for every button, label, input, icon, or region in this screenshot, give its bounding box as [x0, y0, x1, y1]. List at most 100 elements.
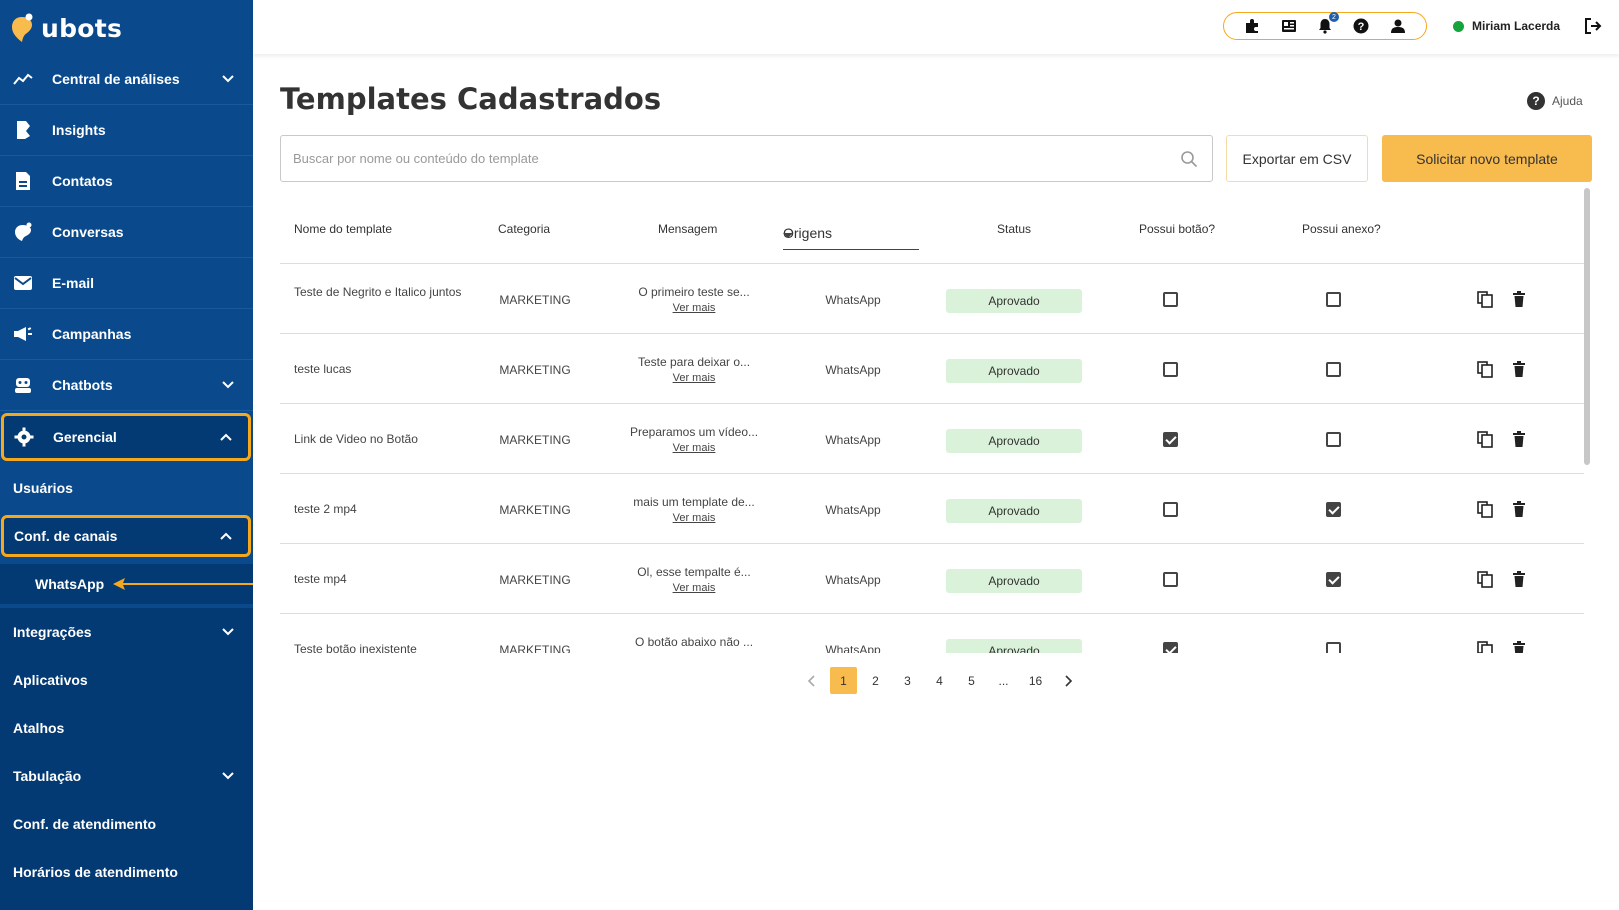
user-icon[interactable] [1389, 17, 1407, 35]
prev-page-chevron-icon[interactable] [798, 667, 825, 694]
puzzle-icon[interactable] [1243, 17, 1261, 35]
message-preview: O botão abaixo não ... [634, 635, 754, 649]
help-icon[interactable]: ? [1352, 17, 1370, 35]
trash-icon[interactable] [1510, 640, 1528, 653]
has-button-checkbox[interactable] [1163, 572, 1178, 587]
caret-down-icon [783, 233, 793, 238]
copy-icon[interactable] [1476, 430, 1494, 448]
see-more-link[interactable]: Ver mais [615, 370, 773, 386]
has-attachment-checkbox[interactable] [1326, 642, 1341, 653]
copy-icon[interactable] [1476, 290, 1494, 308]
has-attachment-checkbox[interactable] [1326, 362, 1341, 377]
sidebar-item-gerencial[interactable]: Gerencial [1, 413, 251, 461]
page-button[interactable]: 4 [926, 667, 953, 694]
page-button[interactable]: 3 [894, 667, 921, 694]
sidebar-item-integracoes[interactable]: Integrações [0, 608, 253, 656]
help-link[interactable]: ? Ajuda [1527, 92, 1583, 110]
sidebar-item-label: Conversas [52, 224, 124, 240]
has-button-checkbox[interactable] [1163, 502, 1178, 517]
column-header-has-attachment[interactable]: Possui anexo? [1302, 222, 1381, 236]
column-header-message[interactable]: Mensagem [658, 222, 717, 236]
copy-icon[interactable] [1476, 360, 1494, 378]
message-preview: O primeiro teste se... [638, 285, 750, 299]
sidebar-item-atalhos[interactable]: Atalhos [0, 704, 253, 752]
column-header-category[interactable]: Categoria [498, 222, 550, 236]
copy-icon[interactable] [1476, 570, 1494, 588]
sidebar-item-conf-de-atendimento[interactable]: Conf. de atendimento [0, 800, 253, 848]
table-scrollbar[interactable] [1584, 188, 1590, 465]
trash-icon[interactable] [1510, 570, 1528, 588]
page-button[interactable]: 5 [958, 667, 985, 694]
sidebar-item-contatos[interactable]: Contatos [0, 156, 253, 207]
origin-cell: WhatsApp [825, 293, 881, 307]
has-attachment-checkbox[interactable] [1326, 432, 1341, 447]
has-button-checkbox[interactable] [1163, 362, 1178, 377]
logout-icon[interactable] [1584, 17, 1602, 35]
trash-icon[interactable] [1510, 500, 1528, 518]
sidebar-item-label: Insights [52, 122, 106, 138]
trash-icon[interactable] [1510, 430, 1528, 448]
sidebar-item-usuarios[interactable]: Usuários [0, 464, 253, 512]
sidebar-item-campanhas[interactable]: Campanhas [0, 309, 253, 360]
table-row: Teste botão inexistente MARKETING O botão … [280, 614, 1584, 653]
has-button-checkbox[interactable] [1163, 642, 1178, 653]
sidebar-item-email[interactable]: E-mail [0, 258, 253, 309]
sidebar-item-label: Central de análises [52, 71, 180, 87]
bell-icon[interactable]: 2 [1316, 12, 1339, 35]
export-csv-button[interactable]: Exportar em CSV [1226, 135, 1368, 182]
page-button[interactable]: 2 [862, 667, 889, 694]
template-name-cell: Teste botão inexistente [294, 642, 417, 653]
see-more-link[interactable]: Ver mais [615, 440, 773, 456]
origin-cell: WhatsApp [825, 433, 881, 447]
search-input[interactable] [281, 136, 1180, 181]
copy-icon[interactable] [1476, 500, 1494, 518]
message-cell: O botão abaixo não ...Ver mais [615, 634, 773, 653]
user-name[interactable]: Miriam Lacerda [1472, 19, 1560, 33]
see-more-link[interactable]: Ver mais [615, 300, 773, 316]
new-template-button[interactable]: Solicitar novo template [1382, 135, 1592, 182]
sidebar-item-chatbots[interactable]: Chatbots [0, 360, 253, 411]
see-more-link[interactable]: Ver mais [615, 510, 773, 526]
sidebar-item-horarios-de-atendimento[interactable]: Horários de atendimento [0, 848, 253, 896]
trash-icon[interactable] [1510, 290, 1528, 308]
page-button[interactable]: 16 [1022, 667, 1049, 694]
topbar: 2 ? Miriam Lacerda [253, 0, 1619, 54]
has-attachment-checkbox[interactable] [1326, 502, 1341, 517]
sidebar-item-conf-de-canais[interactable]: Conf. de canais [1, 515, 251, 557]
next-page-chevron-icon[interactable] [1054, 667, 1081, 694]
column-header-has-button[interactable]: Possui botão? [1139, 222, 1215, 236]
has-attachment-checkbox[interactable] [1326, 572, 1341, 587]
sidebar-item-label: Conf. de canais [14, 528, 118, 544]
sidebar-item-central-de-analises[interactable]: Central de análises [0, 54, 253, 105]
sidebar-item-tabulacao[interactable]: Tabulação [0, 752, 253, 800]
has-button-checkbox[interactable] [1163, 292, 1178, 307]
sidebar-item-label: Usuários [13, 480, 73, 496]
search-icon[interactable] [1180, 150, 1198, 168]
newspaper-icon[interactable] [1280, 17, 1298, 35]
origin-cell: WhatsApp [825, 503, 881, 517]
status-badge: Aprovado [946, 289, 1082, 313]
sidebar-item-insights[interactable]: Insights [0, 105, 253, 156]
column-header-status[interactable]: Status [997, 222, 1031, 236]
help-circle-icon: ? [1527, 92, 1545, 110]
message-preview: Teste para deixar o... [637, 355, 751, 369]
see-more-link[interactable]: Ver mais [615, 650, 773, 653]
sidebar-item-conversas[interactable]: Conversas [0, 207, 253, 258]
copy-icon[interactable] [1476, 640, 1494, 653]
sidebar-item-label: Chatbots [52, 377, 113, 393]
sidebar-item-aplicativos[interactable]: Aplicativos [0, 656, 253, 704]
origins-filter-select[interactable]: Origens [783, 225, 919, 250]
ubots-logo-icon [11, 13, 33, 43]
trash-icon[interactable] [1510, 360, 1528, 378]
brand-logo[interactable]: ubots [11, 8, 122, 48]
sidebar-item-label: Campanhas [52, 326, 132, 342]
template-name-cell: teste mp4 [294, 572, 347, 586]
brand-name: ubots [41, 13, 123, 43]
arrow-indicator-icon [113, 578, 253, 590]
page-button[interactable]: 1 [830, 667, 857, 694]
has-attachment-checkbox[interactable] [1326, 292, 1341, 307]
table-row: teste lucas MARKETING Teste para deixar o.… [280, 334, 1584, 404]
has-button-checkbox[interactable] [1163, 432, 1178, 447]
column-header-name[interactable]: Nome do template [294, 222, 392, 236]
see-more-link[interactable]: Ver mais [615, 580, 773, 596]
